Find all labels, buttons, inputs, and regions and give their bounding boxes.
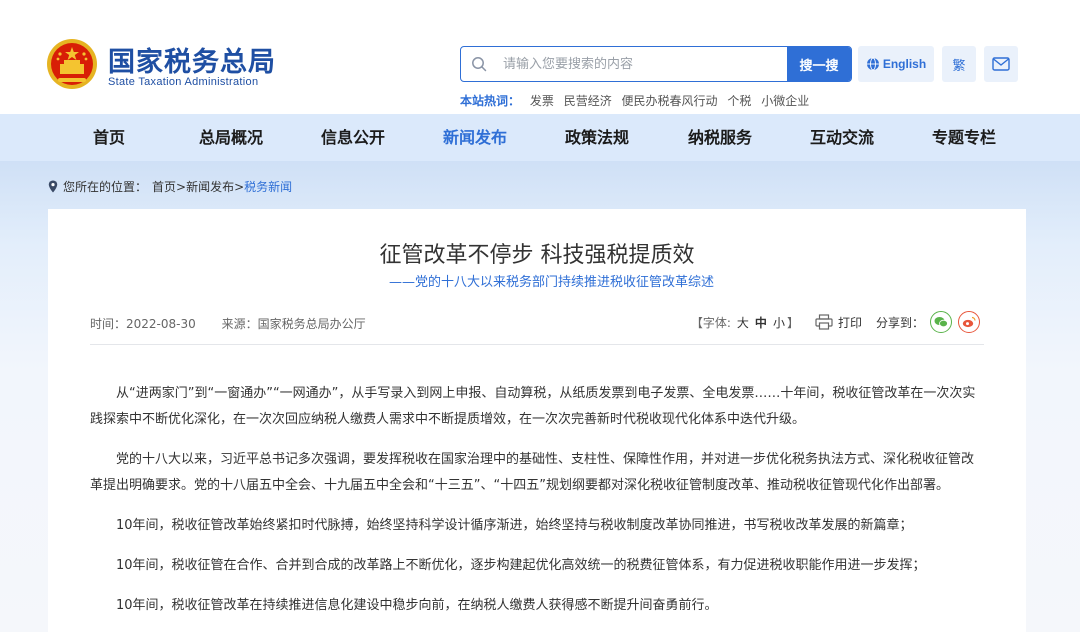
share-label: 分享到： — [875, 315, 924, 330]
nav-item-topics[interactable]: 专题专栏 — [932, 114, 996, 161]
nav-item-overview[interactable]: 总局概况 — [199, 114, 263, 161]
globe-icon — [866, 57, 879, 71]
english-button-label: English — [882, 57, 927, 71]
article-title: 征管改革不停步 科技强税提质效 — [379, 243, 695, 268]
article-paragraph: 从“进两家门”到“一窗通办”“一网通办”，从手写录入到网上申报、自动算税，从纸质… — [90, 386, 976, 427]
article-subtitle: ——党的十八大以来税务部门持续推进税收征管改革综述 — [388, 275, 714, 290]
article-paragraph: 10年间，税收征管改革在持续推进信息化建设中稳步向前，在纳税人缴费人获得感不断提… — [116, 598, 718, 613]
english-button[interactable]: English — [858, 46, 934, 82]
search-button[interactable]: 搜一搜 — [787, 47, 851, 81]
breadcrumb-prefix: 您所在的位置： — [63, 180, 148, 194]
mail-icon — [992, 57, 1010, 71]
print-button[interactable]: 打印 — [815, 314, 862, 331]
location-pin-icon — [48, 180, 58, 193]
hot-words-bar: 本站热词： 发票 民营经济 便民办税春风行动 个税 小微企业 — [460, 92, 815, 109]
wechat-share-button[interactable] — [930, 311, 952, 333]
font-size-medium[interactable]: 中 — [755, 314, 767, 331]
site-logo-title[interactable]: 国家税务总局 — [108, 40, 276, 79]
article-paragraph: 10年间，税收征管在合作、合并到合成的改革路上不断优化，逐步构建起优化高效统一的… — [116, 558, 926, 573]
print-label: 打印 — [837, 315, 862, 330]
article-paragraph: 党的十八大以来，习近平总书记多次强调，要发挥税收在国家治理中的基础性、支柱性、保… — [90, 452, 975, 493]
article-meta: 时间：2022-08-30 来源：国家税务总局办公厅 — [90, 315, 388, 332]
search-icon — [472, 57, 487, 72]
font-size-large[interactable]: 大 — [737, 314, 749, 331]
breadcrumb-current[interactable]: 税务新闻 — [244, 178, 292, 195]
article-tools: 【字体: 大 中 小 】 打印 分享到： — [691, 311, 980, 333]
weibo-share-button[interactable] — [958, 311, 980, 333]
hot-word-link[interactable]: 小微企业 — [761, 94, 809, 108]
main-nav: 首页 总局概况 信息公开 新闻发布 政策法规 纳税服务 互动交流 专题专栏 — [0, 114, 1080, 161]
hot-word-link[interactable]: 发票 — [530, 94, 554, 108]
site-logo-subtitle[interactable]: State Taxation Administration — [108, 76, 258, 88]
nav-item-news[interactable]: 新闻发布 — [443, 114, 507, 161]
weibo-icon — [962, 316, 976, 328]
nav-item-policy[interactable]: 政策法规 — [565, 114, 629, 161]
traditional-chinese-button[interactable]: 繁 — [942, 46, 976, 82]
article-date: 时间：2022-08-30 — [90, 317, 196, 331]
national-emblem-icon[interactable] — [46, 38, 98, 90]
hot-word-link[interactable]: 个税 — [727, 94, 751, 108]
hot-word-link[interactable]: 民营经济 — [564, 94, 612, 108]
breadcrumb: 您所在的位置： 首页>新闻发布> 税务新闻 — [48, 178, 292, 195]
article-content: 从“进两家门”到“一窗通办”“一网通办”，从手写录入到网上申报、自动算税，从纸质… — [90, 381, 984, 632]
nav-item-tax-service[interactable]: 纳税服务 — [688, 114, 752, 161]
hot-words-label: 本站热词： — [460, 94, 521, 108]
breadcrumb-path[interactable]: 首页>新闻发布> — [152, 178, 244, 195]
printer-icon — [815, 314, 833, 330]
wechat-icon — [934, 317, 948, 328]
meta-divider — [90, 344, 984, 345]
mail-button[interactable] — [984, 46, 1018, 82]
article-source: 来源：国家税务总局办公厅 — [221, 317, 366, 331]
nav-item-home[interactable]: 首页 — [93, 114, 125, 161]
search-input[interactable] — [503, 47, 783, 81]
nav-item-info-disclosure[interactable]: 信息公开 — [321, 114, 385, 161]
article-paragraph: 10年间，税收征管改革始终紧扣时代脉搏，始终坚持科学设计循序渐进，始终坚持与税收… — [116, 518, 913, 533]
hot-word-link[interactable]: 便民办税春风行动 — [622, 94, 718, 108]
font-size-label: 【字体: — [690, 315, 731, 330]
site-header: 国家税务总局 State Taxation Administration 搜一搜… — [0, 0, 1080, 114]
article-card: 征管改革不停步 科技强税提质效 ——党的十八大以来税务部门持续推进税收征管改革综… — [48, 209, 1026, 632]
font-size-close: 】 — [786, 315, 799, 330]
font-size-small[interactable]: 小 — [773, 314, 785, 331]
search-box: 搜一搜 — [460, 46, 852, 82]
nav-item-interaction[interactable]: 互动交流 — [810, 114, 874, 161]
